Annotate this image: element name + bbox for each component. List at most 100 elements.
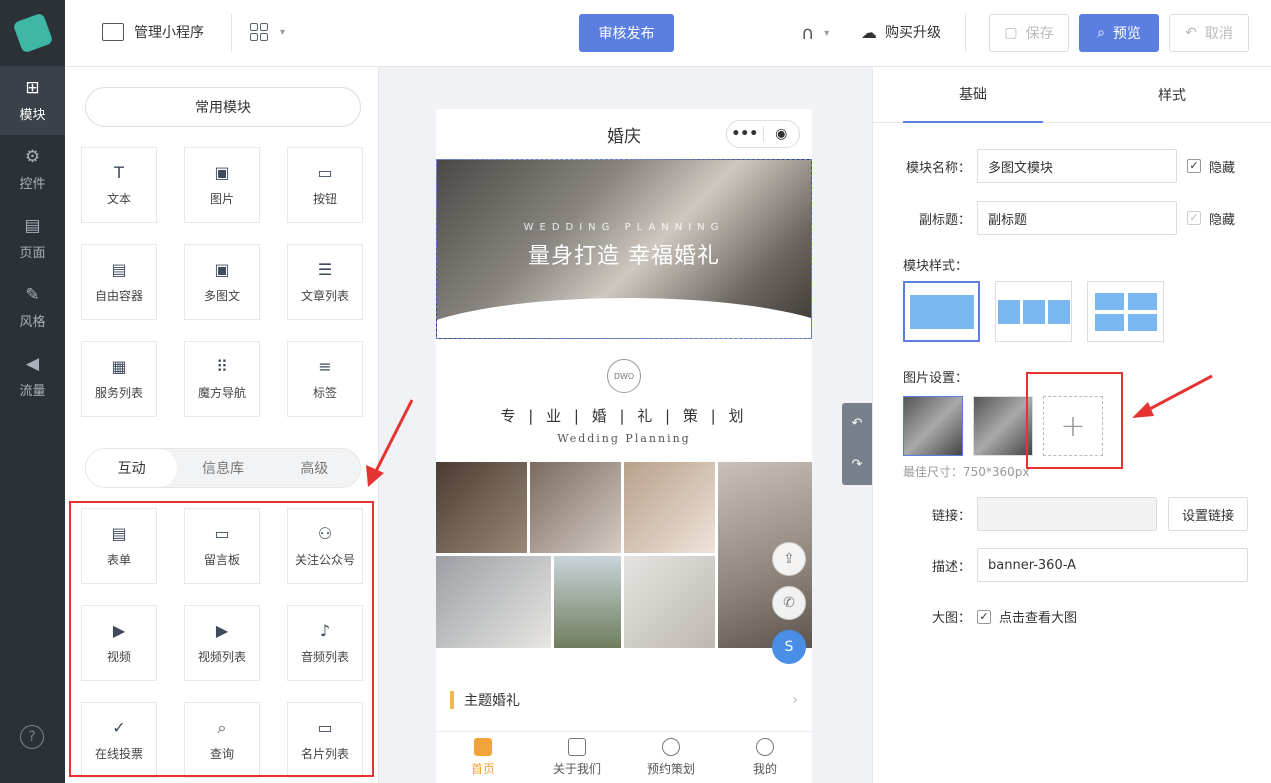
- module-container[interactable]: ▤ 自由容器: [81, 244, 157, 320]
- field-label: 大图：: [931, 611, 971, 626]
- image-icon: ▣: [214, 162, 230, 182]
- tab-booking[interactable]: 预约策划: [624, 732, 718, 783]
- top-bar: 管理小程序 ▾ 审核发布 ∩ ▾ ☁ 购买升级 ▢ 保存 ⌕ 预览 ↶ 取消: [65, 0, 1271, 67]
- nav-item-modules[interactable]: ⊞ 模块: [0, 66, 65, 135]
- module-label: 图片: [209, 191, 234, 206]
- three-column-layout-icon: [997, 299, 1070, 324]
- share-icon[interactable]: ⇪: [772, 542, 806, 576]
- nav-item-traffic[interactable]: ◀ 流量: [0, 342, 65, 411]
- module-service-list[interactable]: ▦ 服务列表: [81, 341, 157, 417]
- phone-icon[interactable]: ✆: [772, 586, 806, 620]
- tab-interactive[interactable]: 互动: [86, 449, 178, 487]
- nav-item-pages[interactable]: ▤ 页面: [0, 204, 65, 273]
- megaphone-icon: ◀: [25, 353, 40, 374]
- support-menu[interactable]: ∩ ▾: [801, 23, 829, 44]
- nav-item-controls[interactable]: ⚙ 控件: [0, 135, 65, 204]
- save-label: 保存: [1025, 26, 1054, 42]
- cancel-button[interactable]: ↶ 取消: [1169, 14, 1249, 52]
- module-cube-nav[interactable]: ⠿ 魔方导航: [184, 341, 260, 417]
- preview-button[interactable]: ⌕ 预览: [1079, 14, 1159, 52]
- more-dots-icon[interactable]: •••: [727, 126, 763, 142]
- nav-item-style[interactable]: ✎ 风格: [0, 273, 65, 342]
- save-button[interactable]: ▢ 保存: [989, 14, 1069, 52]
- section-label: 主题婚礼: [464, 693, 520, 709]
- subtitle-input[interactable]: 副标题: [977, 201, 1177, 235]
- common-modules-header[interactable]: 常用模块: [85, 87, 361, 127]
- image-setting-label: 图片设置：: [903, 371, 969, 386]
- module-text[interactable]: T 文本: [81, 147, 157, 223]
- main-nav: ⊞ 模块 ⚙ 控件 ▤ 页面 ✎ 风格 ◀ 流量 ?: [0, 0, 65, 783]
- section-title-en: Wedding Planning: [557, 432, 691, 445]
- photo-tile: [624, 462, 715, 553]
- style-option-three-col[interactable]: [995, 281, 1072, 342]
- tab-advanced[interactable]: 高级: [269, 449, 360, 487]
- tab-info-library[interactable]: 信息库: [177, 449, 268, 487]
- banner-module[interactable]: WEDDING PLANNING 量身打造 幸福婚礼: [436, 159, 812, 339]
- module-panel: 常用模块 T 文本 ▣ 图片 ▭ 按钮 ▤ 自由容器 ▣ 多图文 ☰ 文章列表 ▦ 服务列表 …: [65, 67, 379, 783]
- nav-label: 模块: [19, 108, 46, 123]
- brand-logo-icon[interactable]: S: [772, 630, 806, 664]
- undo-icon[interactable]: ↶: [852, 416, 863, 431]
- cloud-upload-icon: ☁: [861, 22, 877, 42]
- style-option-grid[interactable]: [1087, 281, 1164, 342]
- module-tag[interactable]: ≡ 标签: [287, 341, 363, 417]
- set-link-button[interactable]: 设置链接: [1168, 497, 1248, 531]
- big-image-checkbox[interactable]: ✓ 点击查看大图: [977, 607, 1077, 626]
- tab-basic[interactable]: 基础: [903, 67, 1043, 123]
- link-input[interactable]: [977, 497, 1157, 531]
- tab-style[interactable]: 样式: [1073, 67, 1271, 122]
- image-thumbnail-2[interactable]: [973, 396, 1033, 456]
- module-label: 多图文: [203, 288, 240, 303]
- hide-checkbox[interactable]: ✓ 隐藏: [1187, 157, 1235, 176]
- button-icon: ▭: [317, 162, 333, 182]
- phone-title: 婚庆: [607, 126, 641, 147]
- help-icon[interactable]: ?: [20, 725, 44, 749]
- close-circle-icon[interactable]: ◉: [764, 126, 800, 142]
- checkbox-label: 隐藏: [1209, 160, 1236, 176]
- module-button[interactable]: ▭ 按钮: [287, 147, 363, 223]
- module-label: 按钮: [312, 191, 337, 206]
- miniprogram-capsule: ••• ◉: [726, 120, 800, 148]
- checkbox-label: 点击查看大图: [999, 611, 1078, 626]
- tab-mine[interactable]: 我的: [718, 732, 812, 783]
- module-name-input[interactable]: 多图文模块: [977, 149, 1177, 183]
- style-option-banner[interactable]: [903, 281, 980, 342]
- magic-wand-icon: ✎: [25, 284, 40, 305]
- properties-panel: 基础 样式 模块名称： 多图文模块 ✓ 隐藏 副标题： 副标题 ✓ 隐藏 模块样…: [872, 67, 1271, 783]
- tab-label: 预约策划: [646, 762, 695, 776]
- hide-subtitle-checkbox[interactable]: ✓ 隐藏: [1187, 209, 1235, 228]
- photo-tile: [554, 556, 621, 648]
- app-switcher[interactable]: ▾: [250, 23, 285, 41]
- nav-label: 控件: [19, 177, 46, 192]
- image-thumbnail-1[interactable]: [903, 396, 963, 456]
- tab-label: 首页: [470, 762, 495, 776]
- module-label: 文章列表: [300, 288, 349, 303]
- publish-button[interactable]: 审核发布: [579, 14, 674, 52]
- editor-canvas: 婚庆 ••• ◉ WEDDING PLANNING 量身打造 幸福婚礼 DWO …: [380, 67, 872, 783]
- module-article-list[interactable]: ☰ 文章列表: [287, 244, 363, 320]
- tab-home[interactable]: 首页: [436, 732, 530, 783]
- tab-about[interactable]: 关于我们: [530, 732, 624, 783]
- field-label: 描述：: [931, 559, 971, 575]
- undo-icon: ↶: [1185, 25, 1197, 41]
- module-multi-image-text[interactable]: ▣ 多图文: [184, 244, 260, 320]
- divider: [231, 14, 232, 52]
- big-image-row: 大图： ✓ 点击查看大图: [873, 607, 1077, 626]
- module-image[interactable]: ▣ 图片: [184, 147, 260, 223]
- module-label: 自由容器: [94, 288, 143, 303]
- nav-label: 流量: [19, 384, 46, 399]
- photo-grid[interactable]: ⇪ ✆ S: [436, 462, 812, 664]
- manage-miniprogram-link[interactable]: 管理小程序: [102, 22, 204, 42]
- cancel-label: 取消: [1204, 26, 1233, 42]
- theme-wedding-section[interactable]: 主题婚礼 ›: [436, 678, 812, 722]
- photo-tile: [530, 462, 621, 553]
- field-label: 模块名称：: [905, 160, 971, 176]
- banner-subtitle: WEDDING PLANNING: [523, 222, 725, 233]
- checkbox-label: 隐藏: [1209, 212, 1236, 228]
- upgrade-link[interactable]: ☁ 购买升级: [861, 22, 941, 42]
- clock-icon: [662, 738, 680, 756]
- subtitle-row: 副标题： 副标题 ✓ 隐藏: [873, 201, 1235, 235]
- preview-label: 预览: [1112, 26, 1141, 42]
- redo-icon[interactable]: ↷: [852, 457, 863, 472]
- description-input[interactable]: banner-360-A: [977, 548, 1248, 582]
